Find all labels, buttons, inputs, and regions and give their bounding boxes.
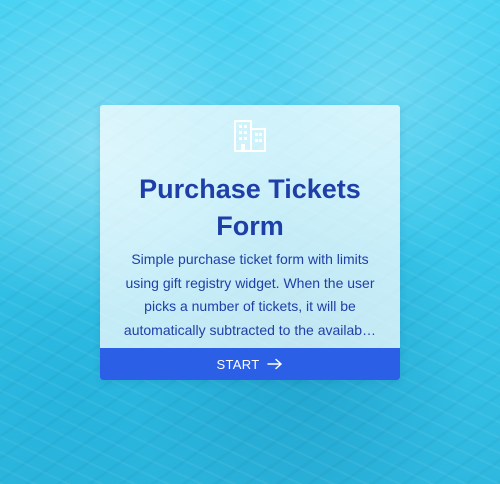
card-icon-container <box>100 119 400 157</box>
form-title: Purchase Tickets Form <box>139 174 361 241</box>
form-card: Purchase Tickets Form Simple purchase ti… <box>100 105 400 380</box>
form-description: Simple purchase ticket form with limits … <box>123 251 377 338</box>
building-icon <box>232 119 268 157</box>
start-button[interactable]: START <box>100 348 400 380</box>
start-button-label: START <box>216 356 260 372</box>
arrow-right-icon <box>267 358 283 370</box>
